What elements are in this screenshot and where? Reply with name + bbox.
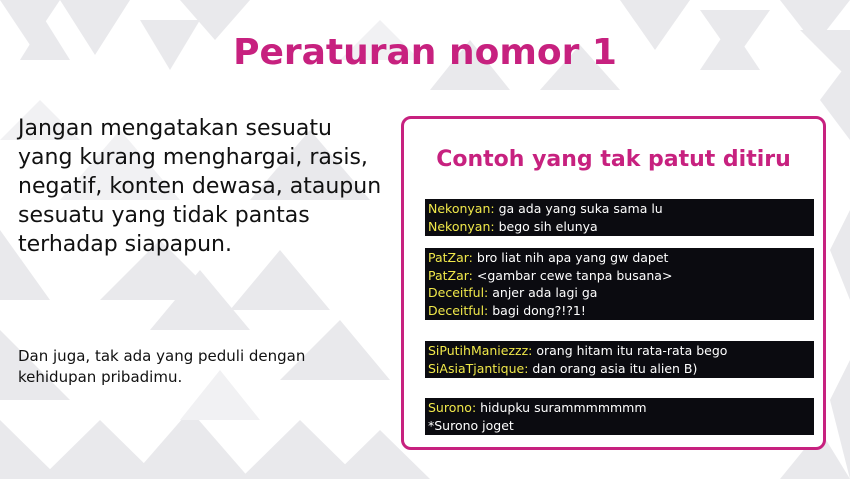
chat-line: Surono: hidupku surammmmmmm (428, 399, 811, 417)
chat-message: orang hitam itu rata-rata bego (532, 343, 728, 358)
chat-message: anjer ada lagi ga (488, 285, 598, 300)
chat-line: PatZar: <gambar cewe tanpa busana> (428, 267, 811, 285)
chat-line: SiAsiaTjantique: dan orang asia itu alie… (428, 360, 811, 378)
chat-box-1: Nekonyan: ga ada yang suka sama lu Nekon… (425, 199, 814, 236)
chat-nick: SiPutihManiezzz: (428, 343, 533, 358)
chat-line: Nekonyan: ga ada yang suka sama lu (428, 200, 811, 218)
page-title: Peraturan nomor 1 (233, 32, 617, 73)
chat-nick: Surono: (428, 400, 477, 415)
chat-message: ga ada yang suka sama lu (494, 201, 663, 216)
chat-nick: SiAsiaTjantique: (428, 360, 529, 376)
chat-message: bego sih elunya (494, 218, 598, 234)
chat-line: PatZar: bro liat nih apa yang gw dapet (428, 249, 811, 267)
chat-message: <gambar cewe tanpa busana> (472, 267, 673, 283)
panel-title: Contoh yang tak patut ditiru (436, 147, 791, 172)
chat-nick: PatZar: (428, 250, 473, 265)
chat-line: SiPutihManiezzz: orang hitam itu rata-ra… (428, 342, 811, 360)
chat-box-4: Surono: hidupku surammmmmmm *Surono joge… (425, 398, 814, 435)
chat-message: bagi dong?!?1! (488, 302, 586, 318)
chat-nick: PatZar: (428, 267, 473, 283)
chat-nick: Nekonyan: (428, 218, 495, 234)
chat-line: Deceitful: bagi dong?!?1! (428, 302, 811, 320)
chat-box-2: PatZar: bro liat nih apa yang gw dapet P… (425, 248, 814, 320)
chat-line: Nekonyan: bego sih elunya (428, 218, 811, 236)
chat-message: *Surono joget (428, 417, 514, 433)
chat-message: hidupku surammmmmmm (476, 400, 647, 415)
example-panel: Contoh yang tak patut ditiru Nekonyan: g… (401, 116, 826, 450)
sub-text: Dan juga, tak ada yang peduli dengan keh… (18, 347, 306, 386)
chat-message: bro liat nih apa yang gw dapet (472, 250, 669, 265)
chat-message: dan orang asia itu alien B) (528, 360, 698, 376)
chat-line: *Surono joget (428, 417, 811, 435)
chat-nick: Deceitful: (428, 285, 489, 300)
chat-box-3: SiPutihManiezzz: orang hitam itu rata-ra… (425, 341, 814, 378)
rule-text: Jangan mengatakan sesuatu yang kurang me… (18, 116, 382, 257)
chat-nick: Nekonyan: (428, 201, 495, 216)
chat-line: Deceitful: anjer ada lagi ga (428, 284, 811, 302)
chat-nick: Deceitful: (428, 302, 489, 318)
